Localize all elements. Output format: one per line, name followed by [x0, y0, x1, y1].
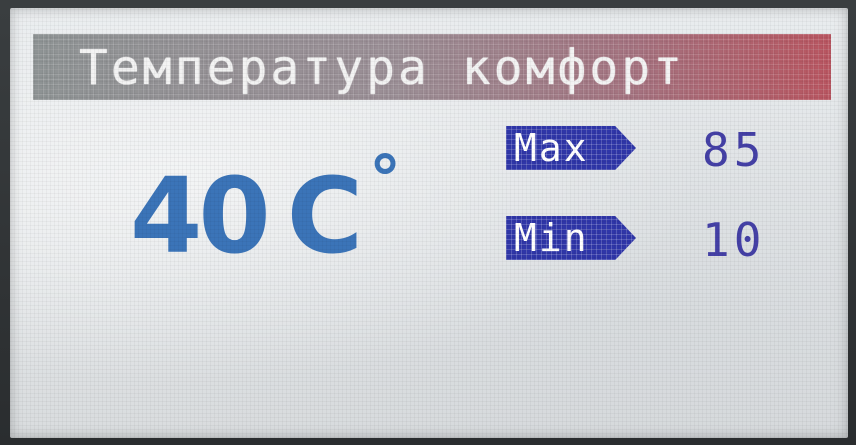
title-bar: Температура комфорт — [33, 34, 831, 100]
min-limit-row: Min 10 — [506, 216, 806, 264]
lcd-screen: Температура комфорт 40 C° Max 85 Min 10 — [10, 8, 848, 438]
device-photo: Температура комфорт 40 C° Max 85 Min 10 — [0, 0, 856, 445]
degree-symbol: ° — [369, 143, 404, 217]
temperature-value: 40 — [130, 155, 271, 277]
min-label: Min — [514, 216, 589, 260]
max-limit-row: Max 85 — [506, 126, 806, 174]
temperature-display: 40 C° — [130, 148, 403, 277]
screen-title: Температура комфорт — [79, 40, 686, 96]
min-value: 10 — [702, 213, 766, 267]
max-label: Max — [514, 126, 589, 170]
max-value: 85 — [702, 123, 766, 177]
temperature-unit: C — [286, 155, 366, 277]
